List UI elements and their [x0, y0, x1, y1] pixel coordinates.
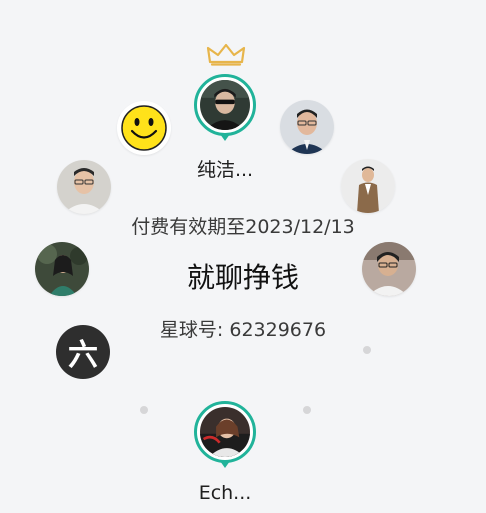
member-avatar-glasses-man[interactable] [280, 100, 334, 154]
group-name: 就聊挣钱 [186, 261, 299, 294]
empty-slot-dot [140, 406, 148, 414]
planet-id-text: 星球号: 62329676 [159, 319, 327, 341]
owner-pin-marker [220, 134, 230, 141]
empty-slot-dot [363, 346, 371, 354]
planet-member-circle: 纯洁... 六 付费有效期至2023/12/13 就聊挣钱 星球号: 62329… [0, 0, 486, 513]
member-avatar-suit-man[interactable] [341, 159, 395, 213]
featured-member-pin-marker [220, 461, 230, 468]
featured-member-avatar[interactable] [194, 401, 256, 468]
empty-slot-dot [303, 406, 311, 414]
member-avatar-white-shirt-man[interactable] [57, 160, 111, 214]
owner-avatar[interactable] [194, 74, 256, 141]
member-avatar-smiley[interactable] [117, 101, 171, 155]
featured-member-name: Ech... [198, 482, 252, 504]
owner-name: 纯洁... [196, 159, 254, 181]
crown-icon [206, 43, 246, 66]
membership-expiry-text: 付费有效期至2023/12/13 [131, 216, 355, 238]
